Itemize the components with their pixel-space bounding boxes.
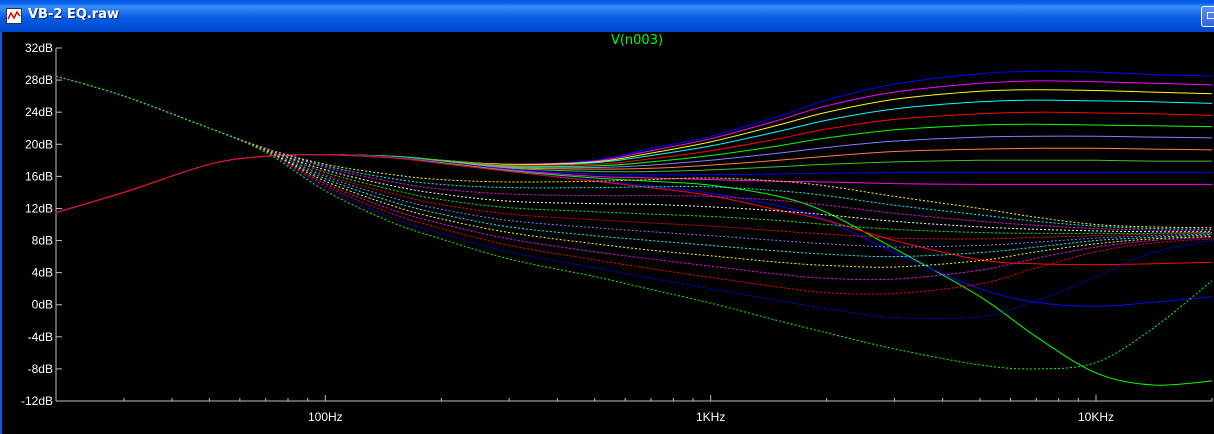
series-line-12 bbox=[55, 154, 1213, 386]
window-title: VB-2 EQ.raw bbox=[28, 7, 119, 22]
y-tick-label: 12dB bbox=[25, 201, 53, 215]
y-tick-label: -12dB bbox=[21, 394, 53, 408]
series-layer bbox=[55, 70, 1213, 386]
x-tick-label: 1KHz bbox=[696, 410, 725, 424]
y-tick-label: 28dB bbox=[25, 73, 53, 87]
plot-pane[interactable]: 32dB 28dB 24dB 20dB 16dB 12dB 8dB 4dB 0dB -4dB -8d… bbox=[0, 32, 1214, 434]
series-line-5 bbox=[55, 111, 1213, 213]
y-tick-label: 20dB bbox=[25, 137, 53, 151]
y-tick-label: 24dB bbox=[25, 105, 53, 119]
y-tick-label: 8dB bbox=[32, 234, 53, 248]
waveform-icon bbox=[6, 8, 22, 24]
series-line-14 bbox=[55, 154, 1213, 266]
series-line-3 bbox=[55, 89, 1213, 213]
y-tick-label: 0dB bbox=[32, 298, 53, 312]
title-bar[interactable]: VB-2 EQ.raw bbox=[0, 0, 1214, 32]
y-tick-label: 16dB bbox=[25, 169, 53, 183]
series-line-27 bbox=[55, 75, 1213, 370]
chart-title: V(n003) bbox=[611, 33, 663, 48]
y-tick-label: 32dB bbox=[25, 41, 53, 55]
y-tick-label: -4dB bbox=[28, 330, 53, 344]
x-tick-label: 100Hz bbox=[308, 410, 343, 424]
chart: 32dB 28dB 24dB 20dB 16dB 12dB 8dB 4dB 0dB -4dB -8d… bbox=[21, 33, 1213, 424]
x-tick-label: 10KHz bbox=[1078, 410, 1114, 424]
app-window: VB-2 EQ.raw 32dB 28dB 24dB 20dB 16dB 12dB 8dB 4… bbox=[0, 0, 1214, 434]
series-line-17 bbox=[55, 75, 1213, 231]
y-tick-label: -8dB bbox=[28, 362, 53, 376]
series-line-1 bbox=[55, 70, 1213, 213]
restore-button[interactable] bbox=[1201, 6, 1214, 27]
y-axis: 32dB 28dB 24dB 20dB 16dB 12dB 8dB 4dB 0dB -4dB -8d… bbox=[21, 41, 62, 408]
x-axis: 100Hz 1KHz 10KHz bbox=[55, 395, 1213, 424]
y-tick-label: 4dB bbox=[32, 266, 53, 280]
